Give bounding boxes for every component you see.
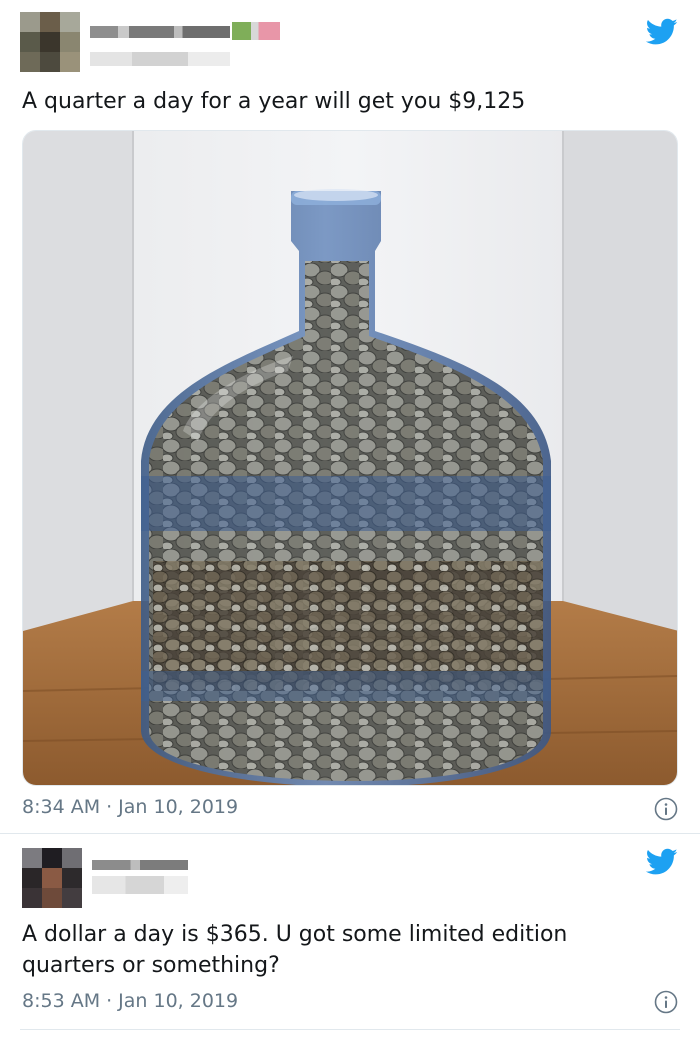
- avatar[interactable]: [22, 848, 82, 908]
- tweet-text: A dollar a day is $365. U got some limit…: [22, 922, 568, 978]
- info-icon[interactable]: [654, 990, 678, 1014]
- twitter-bird-icon[interactable]: [646, 18, 678, 46]
- tweet-time: 8:53 AM: [22, 990, 101, 1012]
- username-blurred[interactable]: [92, 876, 188, 894]
- verified-badge-blurred: [232, 22, 280, 40]
- tweet-card-1: A quarter a day for a year will get you …: [0, 0, 700, 833]
- username-blurred[interactable]: [90, 52, 230, 66]
- tweet-date: Jan 10, 2019: [118, 990, 239, 1012]
- info-icon[interactable]: [654, 797, 678, 821]
- tweet-timestamp[interactable]: 8:34 AM · Jan 10, 2019: [22, 796, 238, 818]
- tweet-date: Jan 10, 2019: [118, 796, 239, 818]
- display-name-blurred[interactable]: [90, 26, 230, 38]
- tweet-time: 8:34 AM: [22, 796, 101, 818]
- coin-jug-image: [23, 131, 677, 785]
- tweet-text: A quarter a day for a year will get you …: [22, 89, 526, 114]
- meta-separator: ·: [106, 990, 113, 1012]
- meta-separator: ·: [106, 796, 113, 818]
- coin-jug-photo[interactable]: [22, 130, 678, 786]
- tweet-divider: [20, 1029, 680, 1030]
- display-name-blurred[interactable]: [92, 860, 188, 870]
- avatar[interactable]: [20, 12, 80, 72]
- twitter-bird-icon[interactable]: [646, 848, 678, 876]
- tweet-timestamp[interactable]: 8:53 AM · Jan 10, 2019: [22, 990, 238, 1012]
